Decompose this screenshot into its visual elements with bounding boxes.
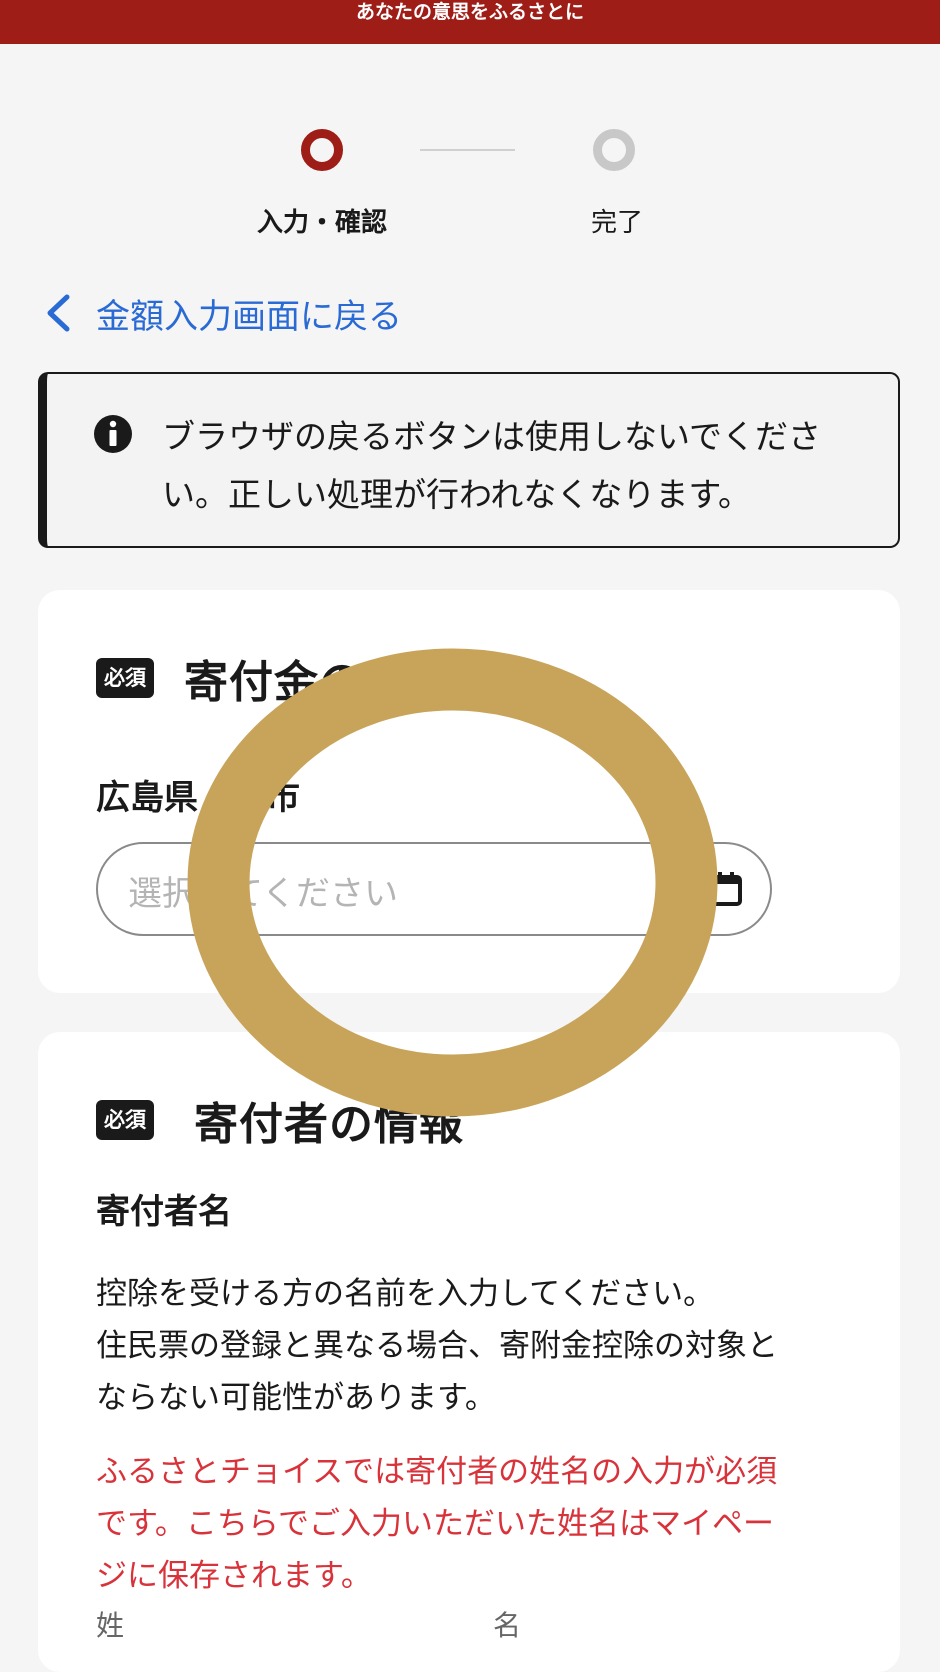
usage-card-title: 寄付金の xyxy=(184,657,364,708)
step-2-label: 完了 xyxy=(590,208,643,238)
desc-line: 住民票の登録と異なる場合、寄附金控除の対象と xyxy=(96,1328,778,1364)
info-icon xyxy=(94,415,132,453)
desc-line: 控除を受ける方の名前を入力してください。 xyxy=(96,1276,715,1312)
back-to-amount-link[interactable]: 金額入力画面に戻る xyxy=(40,288,402,338)
notice-line-1: ブラウザの戻るボタンは使用しないでくださ xyxy=(162,417,822,456)
required-badge: 必須 xyxy=(96,658,154,698)
warn-line: ふるさとチョイスでは寄付者の姓名の入力が必須 xyxy=(96,1454,778,1490)
required-badge: 必須 xyxy=(96,1100,154,1140)
step-1-indicator xyxy=(301,129,343,171)
donor-info-card: 必須 寄付者の情報 寄付者名 控除を受ける方の名前を入力してください。 住民票の… xyxy=(38,1032,900,1672)
desc-line: ならない可能性があります。 xyxy=(96,1380,496,1416)
back-link-label: 金額入力画面に戻る xyxy=(96,296,402,337)
progress-stepper: 入力・確認 完了 xyxy=(0,110,940,250)
donor-card-title: 寄付者の情報 xyxy=(194,1099,464,1150)
step-connector xyxy=(420,149,515,151)
select-placeholder: 選択してください xyxy=(128,874,398,914)
header-bar: あなたの意思をふるさとに xyxy=(0,0,940,44)
step-1-label: 入力・確認 xyxy=(256,208,387,238)
calendar-icon xyxy=(710,872,742,906)
first-name-label: 名 xyxy=(493,1609,522,1642)
donor-name-label: 寄付者名 xyxy=(96,1192,232,1232)
usage-select[interactable]: 選択してください xyxy=(96,842,772,936)
warn-line: です。こちらでご入力いただいた姓名はマイペー xyxy=(96,1506,774,1542)
donor-name-description: 控除を受ける方の名前を入力してください。 住民票の登録と異なる場合、寄附金控除の… xyxy=(96,1268,876,1424)
last-name-label: 姓 xyxy=(96,1609,125,1642)
municipality-label: 広島県 島市 xyxy=(96,778,300,818)
donation-usage-card: 必須 寄付金の 広島県 島市 選択してください xyxy=(38,590,900,993)
notice-message: ブラウザの戻るボタンは使用しないでくださ い。正しい処理が行われなくなります。 xyxy=(162,408,862,524)
step-2-indicator xyxy=(593,129,635,171)
browser-back-warning: ブラウザの戻るボタンは使用しないでくださ い。正しい処理が行われなくなります。 xyxy=(38,372,900,548)
header-tagline: あなたの意思をふるさとに xyxy=(355,1,584,23)
chevron-left-icon xyxy=(47,294,70,332)
warn-line: ジに保存されます。 xyxy=(96,1558,372,1594)
notice-line-2: い。正しい処理が行われなくなります。 xyxy=(162,475,752,514)
donor-name-warning: ふるさとチョイスでは寄付者の姓名の入力が必須 です。こちらでご入力いただいた姓名… xyxy=(96,1446,876,1602)
